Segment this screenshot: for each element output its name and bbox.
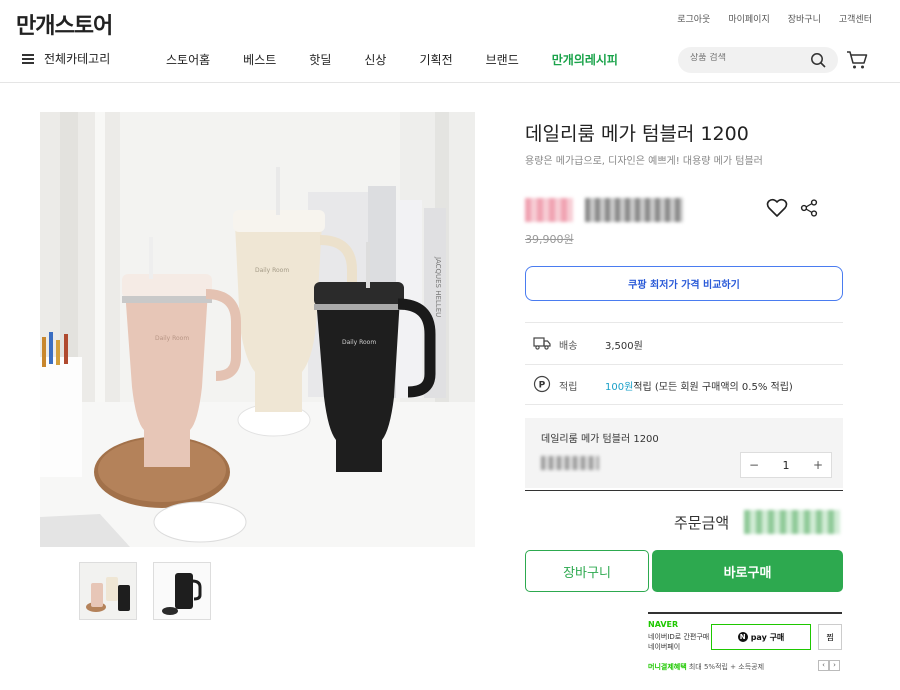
customer-center-link[interactable]: 고객센터 bbox=[839, 12, 872, 25]
naverpay-buy-button[interactable]: N pay 구매 bbox=[711, 624, 811, 650]
naver-logo: NAVER bbox=[648, 620, 679, 629]
benefit-text: 최대 5%적립 + 소득공제 bbox=[686, 663, 765, 671]
cart-icon[interactable] bbox=[846, 50, 868, 74]
order-total-redacted bbox=[744, 510, 840, 534]
discount-rate-redacted bbox=[525, 198, 573, 222]
sale-price-redacted bbox=[585, 198, 683, 222]
original-price: 39,900원 bbox=[525, 233, 574, 246]
product-subtitle: 용량은 메가급으로, 디자인은 예쁘게! 대용량 메가 텀블러 bbox=[525, 156, 763, 167]
utility-links: 로그아웃 마이페이지 장바구니 고객센터 bbox=[677, 12, 872, 25]
divider bbox=[525, 364, 843, 365]
selected-option-box: 데일리룸 메가 텀블러 1200 − 1 + bbox=[525, 418, 843, 488]
next-arrow-icon[interactable]: › bbox=[829, 660, 840, 671]
nav-item-store-home[interactable]: 스토어홈 bbox=[166, 51, 210, 68]
thumbnail-1[interactable] bbox=[79, 562, 137, 620]
svg-text:P: P bbox=[539, 381, 546, 391]
search-icon[interactable] bbox=[810, 52, 826, 72]
benefit-pager: ‹ › bbox=[818, 660, 840, 671]
point-icon: P bbox=[533, 375, 551, 396]
naverpay-desc-1: 네이버ID로 간편구매 bbox=[648, 633, 710, 641]
option-name: 데일리룸 메가 텀블러 1200 bbox=[541, 434, 659, 445]
points-amount: 100원 bbox=[605, 382, 634, 393]
search-input[interactable] bbox=[690, 53, 810, 63]
share-icon[interactable] bbox=[800, 199, 818, 221]
header-divider bbox=[0, 82, 900, 83]
shipping-label: 배송 bbox=[559, 341, 578, 352]
add-to-cart-button[interactable]: 장바구니 bbox=[525, 550, 649, 592]
naverpay-wishlist-button[interactable]: 찜 bbox=[818, 624, 842, 650]
decrease-button[interactable]: − bbox=[749, 458, 759, 472]
svg-text:JACQUES HELLEU: JACQUES HELLEU bbox=[434, 256, 442, 317]
truck-icon bbox=[533, 336, 551, 353]
svg-text:Daily Room: Daily Room bbox=[342, 339, 376, 346]
nav-item-recipe[interactable]: 만개의레시피 bbox=[552, 51, 618, 68]
cart-link[interactable]: 장바구니 bbox=[788, 12, 821, 25]
price-compare-button[interactable]: 쿠팡 최저가 가격 비교하기 bbox=[525, 266, 843, 301]
total-divider bbox=[525, 490, 843, 491]
svg-text:Daily Room: Daily Room bbox=[155, 335, 189, 342]
store-logo[interactable]: 만개스토어 bbox=[16, 8, 113, 40]
shipping-row: 배송 3,500원 bbox=[533, 336, 643, 353]
nav-menu: 스토어홈 베스트 핫딜 신상 기획전 브랜드 만개의레시피 bbox=[166, 51, 651, 68]
naverpay-benefit: 머니결제혜택 최대 5%적립 + 소득공제 bbox=[648, 662, 764, 672]
quantity-value[interactable]: 1 bbox=[783, 459, 790, 472]
naverpay-buy-label: pay 구매 bbox=[750, 632, 785, 642]
search-box bbox=[678, 47, 838, 73]
product-title: 데일리룸 메가 텀블러 1200 bbox=[525, 123, 749, 145]
points-row: P 적립 100원 적립 (모든 회원 구매액의 0.5% 적립) bbox=[533, 375, 793, 396]
nav-item-promotion[interactable]: 기획전 bbox=[419, 51, 452, 68]
mypage-link[interactable]: 마이페이지 bbox=[728, 12, 769, 25]
heart-icon[interactable] bbox=[766, 198, 788, 222]
increase-button[interactable]: + bbox=[813, 458, 823, 472]
thumbnail-2[interactable] bbox=[153, 562, 211, 620]
nav-item-new[interactable]: 신상 bbox=[364, 51, 386, 68]
points-description: 적립 (모든 회원 구매액의 0.5% 적립) bbox=[633, 382, 793, 393]
product-main-image: JACQUES HELLEU Daily Room Daily Room Dai… bbox=[40, 112, 475, 547]
svg-text:Daily Room: Daily Room bbox=[255, 267, 289, 274]
naverpay-desc-2: 네이버페이 bbox=[648, 643, 681, 651]
points-label: 적립 bbox=[559, 382, 578, 393]
naverpay-box: NAVER 네이버ID로 간편구매 네이버페이 N pay 구매 찜 머니결제혜… bbox=[648, 612, 842, 672]
quantity-stepper: − 1 + bbox=[740, 452, 832, 478]
benefit-title: 머니결제혜택 bbox=[648, 663, 687, 671]
divider bbox=[525, 404, 843, 405]
main-nav: 전체카테고리 스토어홈 베스트 핫딜 신상 기획전 브랜드 만개의레시피 bbox=[0, 44, 900, 76]
option-price-redacted bbox=[541, 456, 599, 470]
nav-item-brand[interactable]: 브랜드 bbox=[486, 51, 519, 68]
prev-arrow-icon[interactable]: ‹ bbox=[818, 660, 829, 671]
shipping-fee: 3,500원 bbox=[605, 341, 643, 352]
order-total-label: 주문금액 bbox=[674, 514, 730, 532]
all-categories-label: 전체카테고리 bbox=[44, 52, 111, 66]
menu-icon bbox=[22, 53, 34, 64]
logout-link[interactable]: 로그아웃 bbox=[677, 12, 710, 25]
nav-item-hotdeal[interactable]: 핫딜 bbox=[309, 51, 331, 68]
buy-now-button[interactable]: 바로구매 bbox=[652, 550, 843, 592]
nav-item-best[interactable]: 베스트 bbox=[243, 51, 276, 68]
naverpay-icon: N bbox=[737, 632, 748, 642]
divider bbox=[525, 322, 843, 323]
all-categories-button[interactable]: 전체카테고리 bbox=[22, 50, 110, 67]
